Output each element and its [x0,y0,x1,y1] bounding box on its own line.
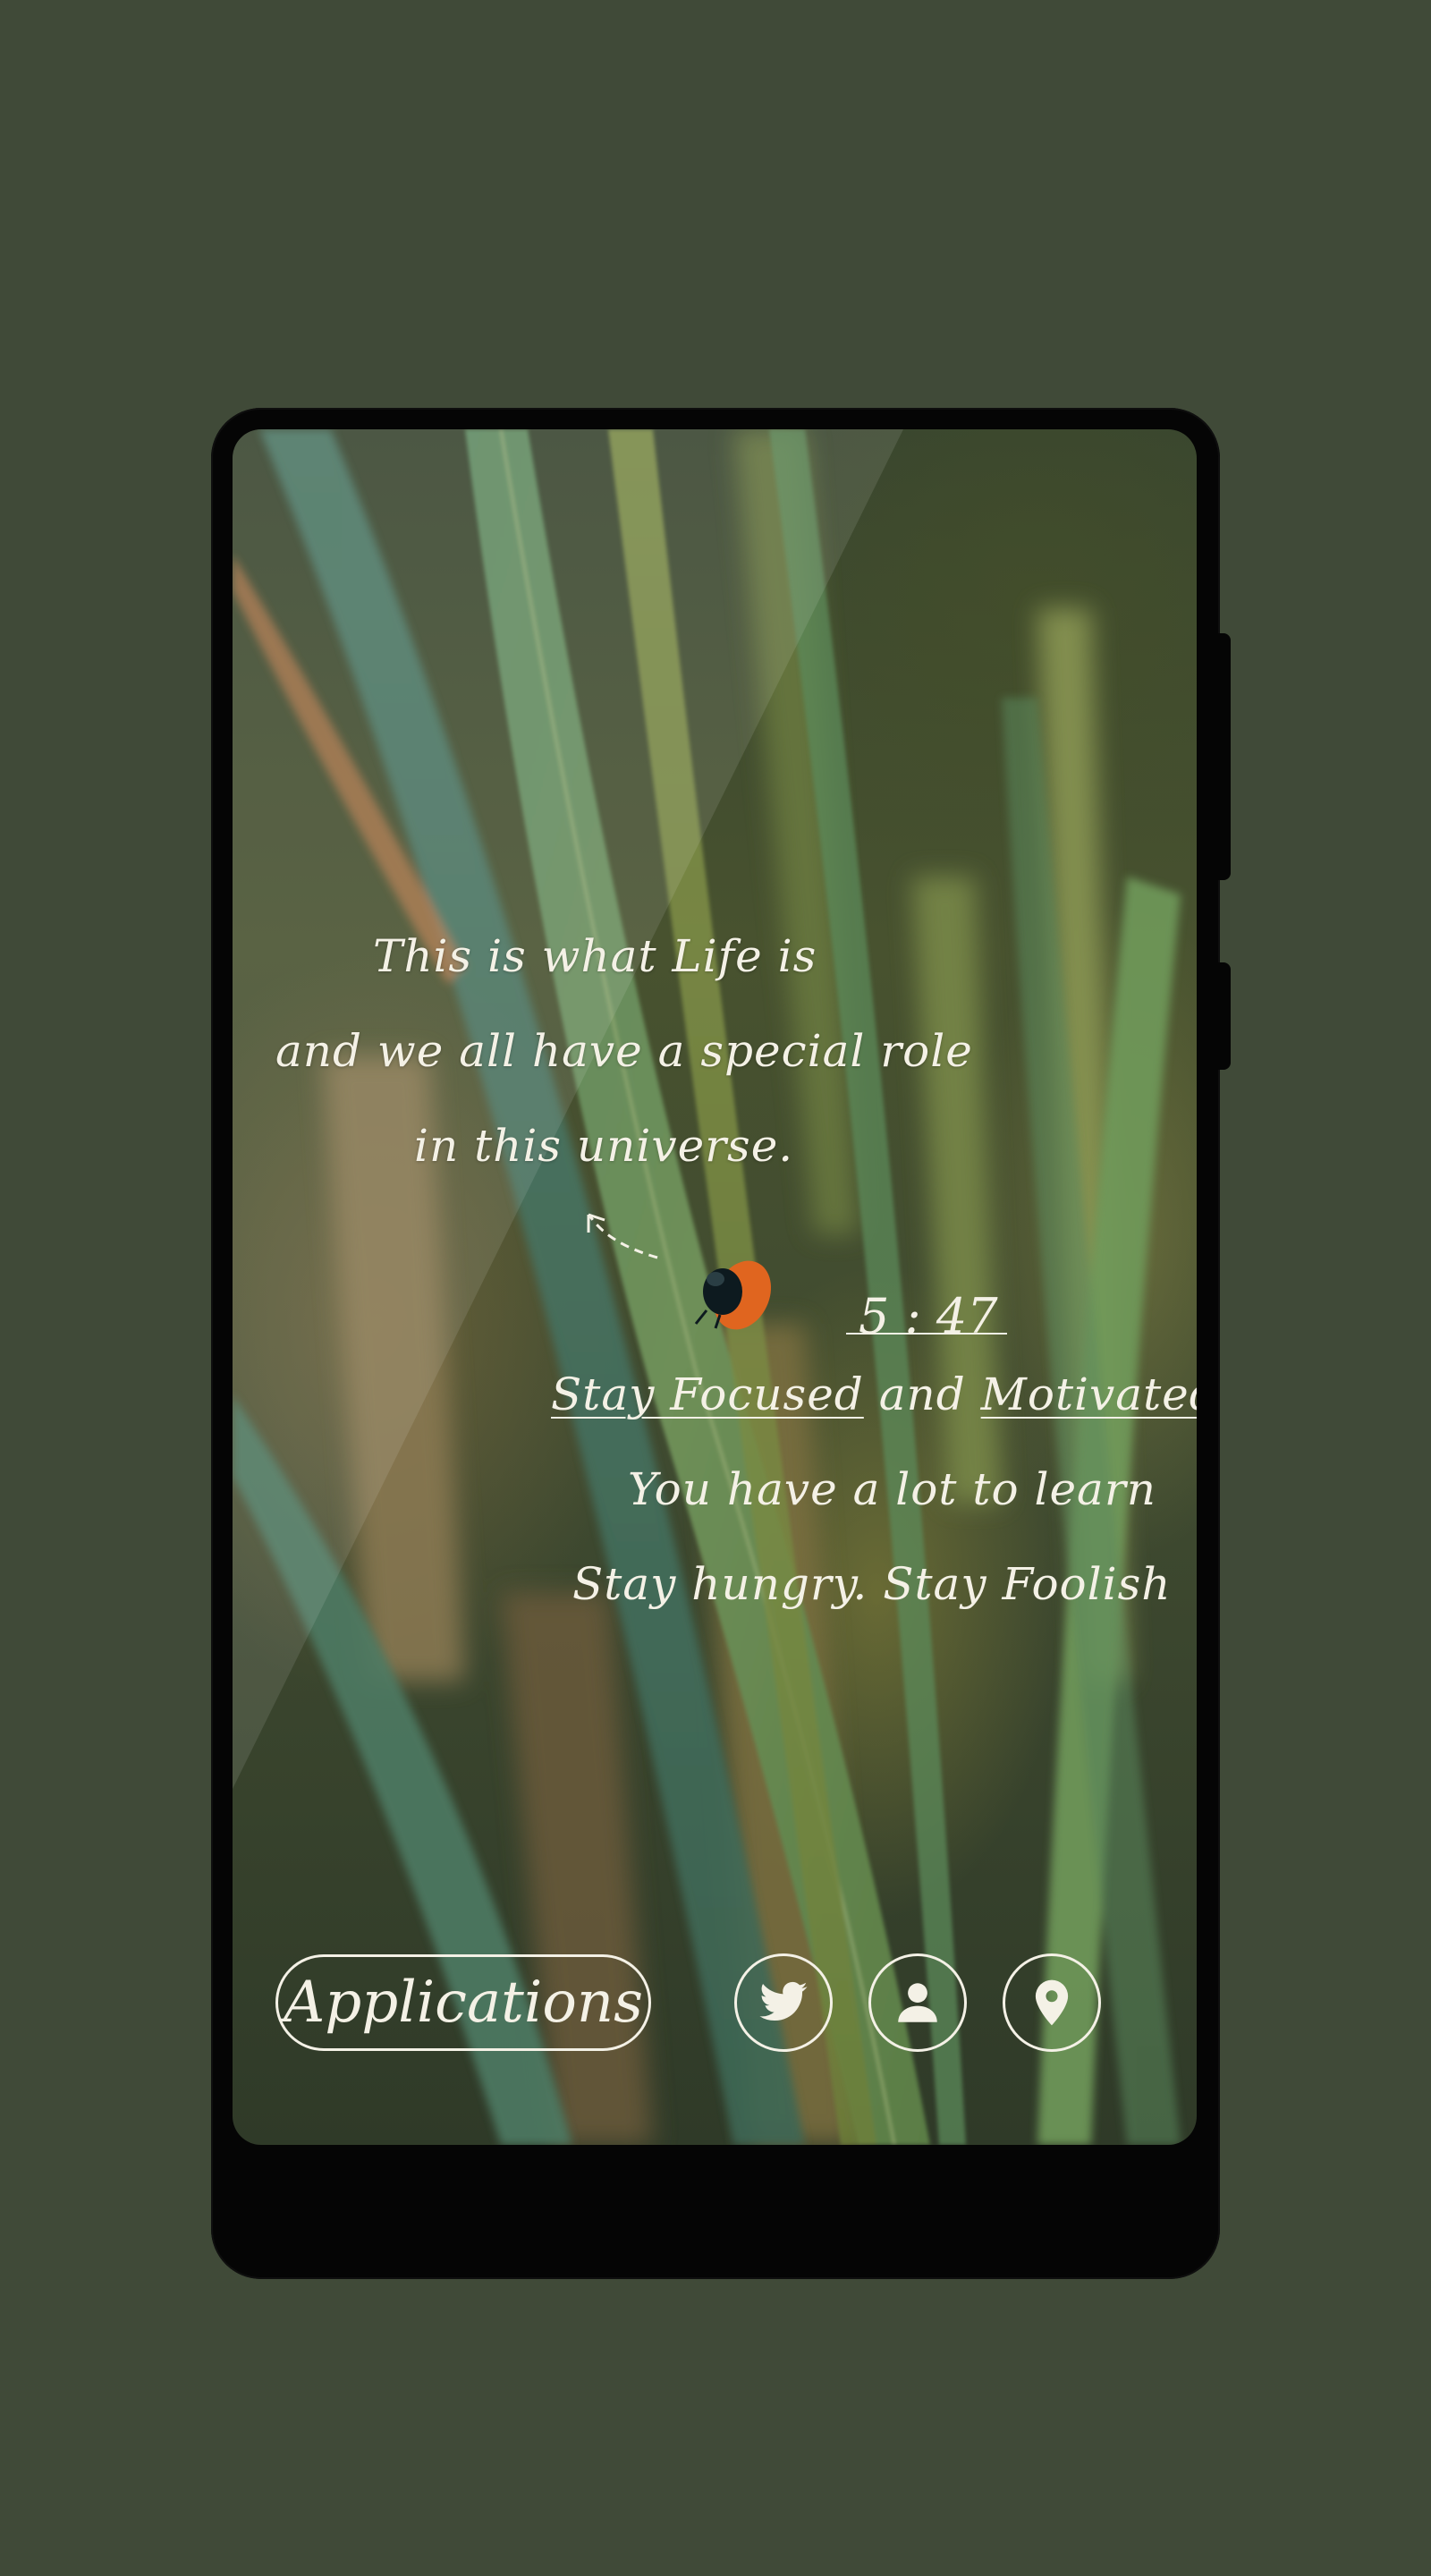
location-pin-icon [1035,1979,1069,2026]
wallpaper-image [233,429,1181,2145]
power-button[interactable] [1218,962,1231,1070]
twitter-icon [759,1981,808,2021]
phone-screen: This is what Life is and we all have a s… [233,429,1197,2145]
phone-frame: This is what Life is and we all have a s… [211,408,1231,2279]
profile-button[interactable] [868,1953,967,2052]
quote-line-3: in this universe. [414,1120,794,1172]
stay-focused-text: Stay Focused [551,1368,864,1420]
applications-button[interactable]: Applications [275,1954,651,2051]
quote-line-2: and we all have a special role [275,1025,973,1077]
location-button[interactable] [1003,1953,1101,2052]
motivation-line-1: Stay Focused and Motivated [551,1368,1197,1420]
desktop-background: This is what Life is and we all have a s… [0,0,1431,2576]
quote-line-1: This is what Life is [373,930,817,982]
clock-underline [846,1333,1007,1335]
twitter-button[interactable] [734,1953,833,2052]
motivated-text: Motivated [980,1368,1197,1420]
clock-time: 5 : 47 [859,1288,998,1344]
and-text: and [863,1368,981,1420]
user-icon [898,1983,937,2022]
volume-button[interactable] [1218,633,1231,880]
motivation-line-2: You have a lot to learn [628,1463,1156,1515]
motivation-line-3: Stay hungry. Stay Foolish [572,1558,1172,1610]
